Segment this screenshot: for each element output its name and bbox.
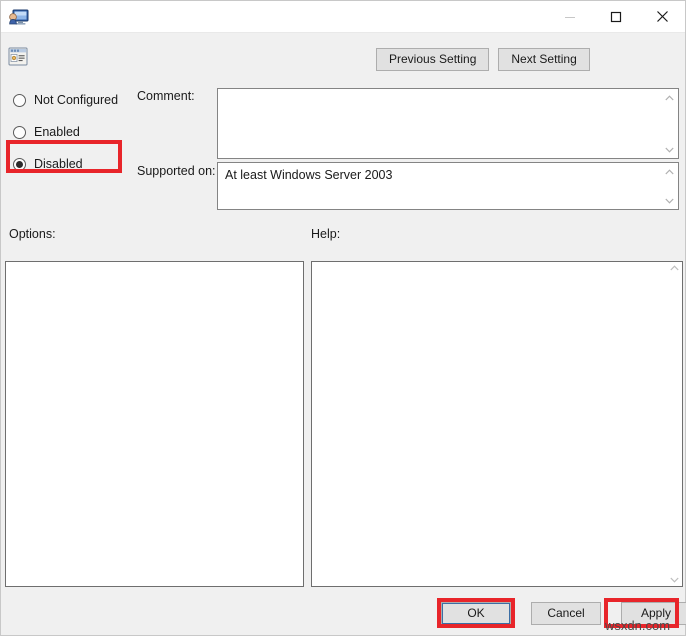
ok-button[interactable]: OK [441,602,511,625]
supported-on-textarea[interactable]: At least Windows Server 2003 [217,162,679,210]
help-panel-scrollbar[interactable] [665,262,682,586]
radio-label-disabled: Disabled [34,157,83,171]
minimize-icon [565,16,575,18]
comment-scrollbar[interactable] [661,89,678,158]
watermark: wsxdn.com [605,618,671,633]
scroll-up-icon[interactable] [662,165,677,178]
policy-state-group: Not Configured Enabled Disabled [11,89,141,185]
scroll-down-icon[interactable] [669,577,679,583]
comment-value [218,89,661,158]
setting-navigation: Previous Setting Next Setting [376,48,590,71]
options-panel-content [6,262,303,586]
radio-label-enabled: Enabled [34,125,80,139]
help-panel-content [312,262,665,586]
radio-not-configured[interactable]: Not Configured [11,89,141,111]
close-icon [656,11,668,22]
policy-computer-icon [8,6,30,28]
close-button[interactable] [639,2,685,32]
radio-enabled[interactable]: Enabled [11,121,141,143]
maximize-button[interactable] [593,2,639,32]
next-setting-button[interactable]: Next Setting [498,48,590,71]
group-policy-setting-dialog: Previous Setting Next Setting Not Config… [0,0,686,636]
scroll-down-icon[interactable] [662,194,677,207]
help-panel[interactable] [311,261,683,587]
supported-on-scrollbar[interactable] [661,163,678,209]
previous-setting-button[interactable]: Previous Setting [376,48,490,71]
maximize-icon [610,11,622,22]
supported-on-label: Supported on: [137,164,216,178]
radio-icon-enabled [13,125,26,139]
radio-icon-disabled [13,157,26,171]
radio-disabled[interactable]: Disabled [11,153,141,175]
scroll-up-icon[interactable] [662,91,677,104]
comment-textarea[interactable] [217,88,679,159]
help-label: Help: [311,227,341,241]
minimize-button[interactable] [547,2,593,32]
group-policy-setting-icon [8,47,28,66]
options-panel[interactable] [5,261,304,587]
scroll-up-icon[interactable] [669,265,679,271]
cancel-button[interactable]: Cancel [531,602,601,625]
supported-on-value: At least Windows Server 2003 [225,168,393,182]
options-label: Options: [9,227,56,241]
scroll-down-icon[interactable] [662,143,677,156]
comment-label: Comment: [137,89,195,103]
radio-label-not-configured: Not Configured [34,93,119,107]
radio-icon-not-configured [13,93,26,107]
title-bar [1,1,685,33]
